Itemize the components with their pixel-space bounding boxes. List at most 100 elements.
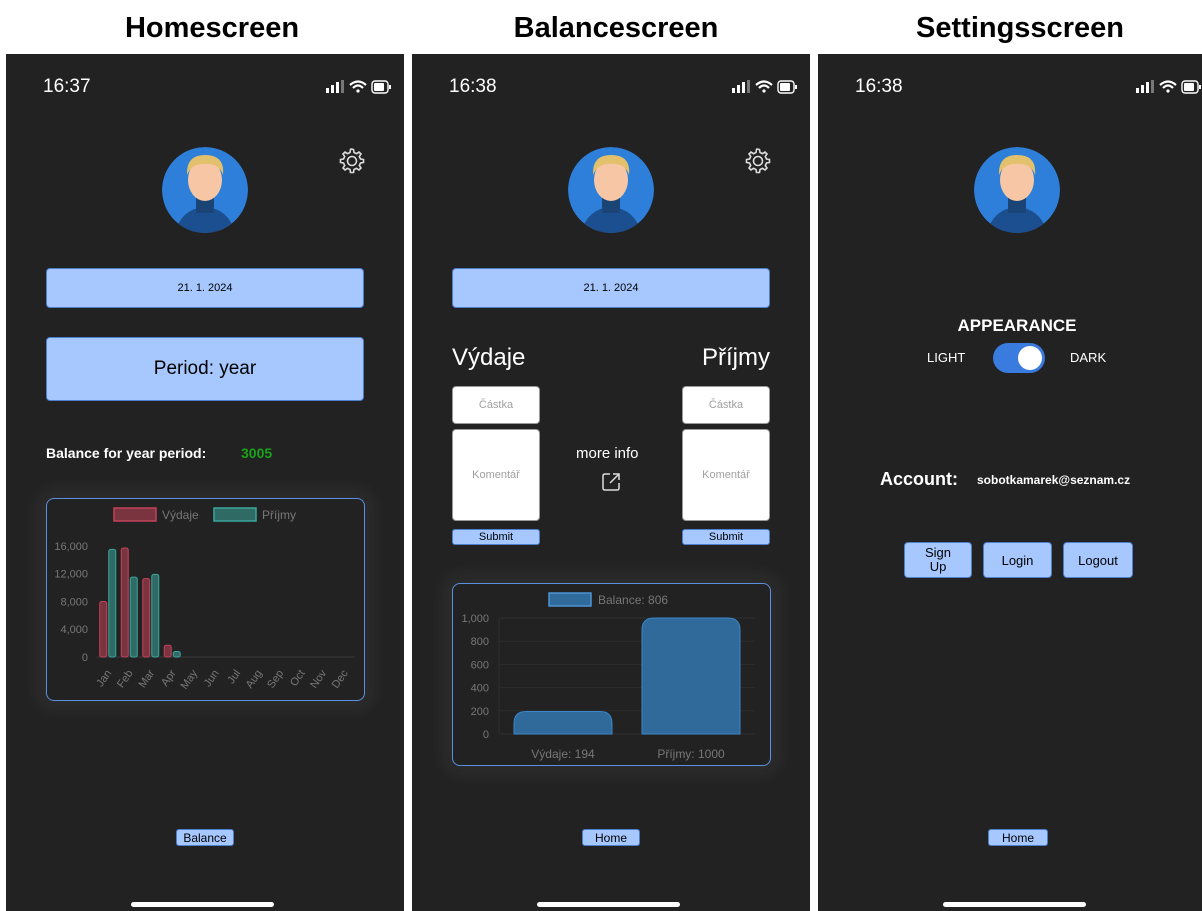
legend-swatch-0 — [113, 507, 157, 522]
status-icons — [1136, 80, 1201, 94]
balance-nav-label: Balance — [183, 830, 227, 845]
y-tick-label: 0 — [483, 729, 489, 741]
monthly-chart: Výdaje Příjmy 16,000 12,000 8,000 4,000 0 Jan Fe… — [46, 498, 365, 701]
toggle-knob — [1018, 346, 1042, 370]
income-comment-placeholder: Komentář — [702, 469, 750, 481]
appearance-title: APPEARANCE — [957, 316, 1077, 335]
x-tick-label: May — [178, 667, 200, 691]
battery-icon — [371, 80, 391, 94]
monthly-chart-svg: Výdaje Příjmy 16,000 12,000 8,000 4,000 0 Jan Fe… — [54, 507, 355, 692]
appearance-toggle[interactable] — [993, 343, 1045, 373]
bar-výdaje-apr — [163, 644, 172, 658]
y-tick-label: 8,000 — [60, 596, 88, 608]
home-indicator — [537, 902, 680, 907]
signup-button[interactable]: Sign Up — [904, 542, 972, 578]
expenses-amount-input[interactable]: Částka — [452, 386, 540, 424]
x-tick-label: Sep — [265, 668, 286, 691]
login-label: Login — [1001, 552, 1034, 568]
signal-icon — [1136, 80, 1154, 93]
y-tick-label: 16,000 — [54, 541, 88, 553]
home-indicator — [943, 902, 1086, 907]
account-email: sobotkamarek@seznam.cz — [977, 473, 1131, 487]
x-tick-label: Mar — [137, 668, 158, 691]
home-nav-button[interactable]: Home — [988, 829, 1048, 846]
bar-0 — [513, 710, 613, 735]
logout-button[interactable]: Logout — [1063, 542, 1133, 578]
income-submit-label: Submit — [708, 531, 744, 543]
avatar — [974, 147, 1060, 233]
x-tick-label: Jul — [225, 668, 243, 686]
expenses-submit-button[interactable]: Submit — [452, 529, 540, 545]
legend-swatch — [548, 592, 592, 607]
signal-icon — [732, 80, 750, 93]
balance-nav-button[interactable]: Balance — [176, 829, 234, 846]
y-tick-label: 4,000 — [60, 624, 88, 636]
external-link-icon[interactable] — [600, 471, 622, 493]
bar-příjmy-mar — [151, 573, 160, 658]
date-button-label: 21. 1. 2024 — [177, 282, 233, 294]
income-comment-input[interactable]: Komentář — [682, 429, 770, 521]
account-label: Account: — [880, 469, 958, 489]
expenses-title: Výdaje — [452, 344, 526, 371]
x-tick-label: Jan — [94, 668, 114, 689]
x-tick-label: Nov — [308, 667, 329, 690]
status-icons — [326, 80, 391, 94]
login-button[interactable]: Login — [983, 542, 1052, 578]
home-nav-label: Home — [1001, 830, 1034, 845]
home-nav-button[interactable]: Home — [582, 829, 640, 846]
income-amount-input[interactable]: Částka — [682, 386, 770, 424]
date-button[interactable]: 21. 1. 2024 — [46, 268, 364, 308]
balance-chart-svg: Balance: 806 1,000 800 600 400 200 0 Výdaje: 19… — [461, 592, 755, 761]
date-button[interactable]: 21. 1. 2024 — [452, 268, 770, 308]
expenses-amount-placeholder: Částka — [478, 399, 514, 411]
legend-label: Balance: 806 — [598, 593, 668, 607]
signal-icon — [326, 80, 344, 93]
logout-label: Logout — [1078, 552, 1118, 568]
bar-výdaje-mar — [142, 578, 151, 658]
dark-label: DARK — [1070, 350, 1107, 365]
y-tick-label: 800 — [471, 636, 489, 648]
battery-icon — [777, 80, 797, 94]
caption-homescreen: Homescreen — [124, 12, 300, 44]
income-title: Příjmy — [702, 344, 770, 371]
bar-výdaje-jan — [99, 600, 108, 658]
x-tick-label: Jun — [202, 668, 222, 689]
y-tick-label: 12,000 — [54, 569, 88, 581]
x-tick-label: Oct — [288, 668, 308, 689]
bar-příjmy-feb — [129, 576, 138, 658]
y-tick-label: 600 — [471, 659, 489, 671]
home-nav-label: Home — [594, 830, 627, 845]
y-tick-label: 0 — [82, 652, 88, 664]
light-label: LIGHT — [927, 350, 966, 365]
balancescreen-phone: 16:38 21. 1. 2024 Výdaje Příjmy Částka K… — [412, 54, 810, 911]
wifi-icon — [1159, 80, 1177, 93]
gear-icon[interactable] — [336, 146, 366, 176]
balance-value: 3005 — [241, 445, 273, 461]
period-button-label: Period: year — [153, 358, 257, 379]
expenses-comment-input[interactable]: Komentář — [452, 429, 540, 521]
y-tick-label: 200 — [471, 706, 489, 718]
battery-icon — [1181, 80, 1201, 94]
x-tick-label: Aug — [244, 668, 265, 691]
wifi-icon — [755, 80, 773, 93]
date-button-label: 21. 1. 2024 — [583, 282, 639, 294]
expenses-comment-placeholder: Komentář — [472, 469, 520, 481]
legend-label-1: Příjmy — [262, 508, 296, 522]
more-info-link[interactable]: more info — [576, 445, 639, 462]
homescreen-phone: 16:37 21. 1. 2024 Period: year Balance f… — [6, 54, 404, 911]
legend-label-0: Výdaje — [162, 508, 199, 522]
gear-icon[interactable] — [742, 146, 772, 176]
bar-1 — [641, 617, 741, 735]
legend-swatch-1 — [213, 507, 257, 522]
status-time: 16:38 — [855, 76, 903, 97]
x-tick-label: Feb — [115, 668, 136, 690]
x-tick-label: Příjmy: 1000 — [657, 747, 725, 761]
settingsscreen-phone: 16:38 APPEARANCE LIGHT DARK Account: sob… — [818, 54, 1202, 911]
period-button[interactable]: Period: year — [46, 337, 364, 401]
income-submit-button[interactable]: Submit — [682, 529, 770, 545]
avatar — [568, 147, 654, 233]
status-time: 16:37 — [43, 76, 91, 97]
wifi-icon — [349, 80, 367, 93]
home-indicator — [131, 902, 274, 907]
x-tick-label: Výdaje: 194 — [531, 747, 595, 761]
